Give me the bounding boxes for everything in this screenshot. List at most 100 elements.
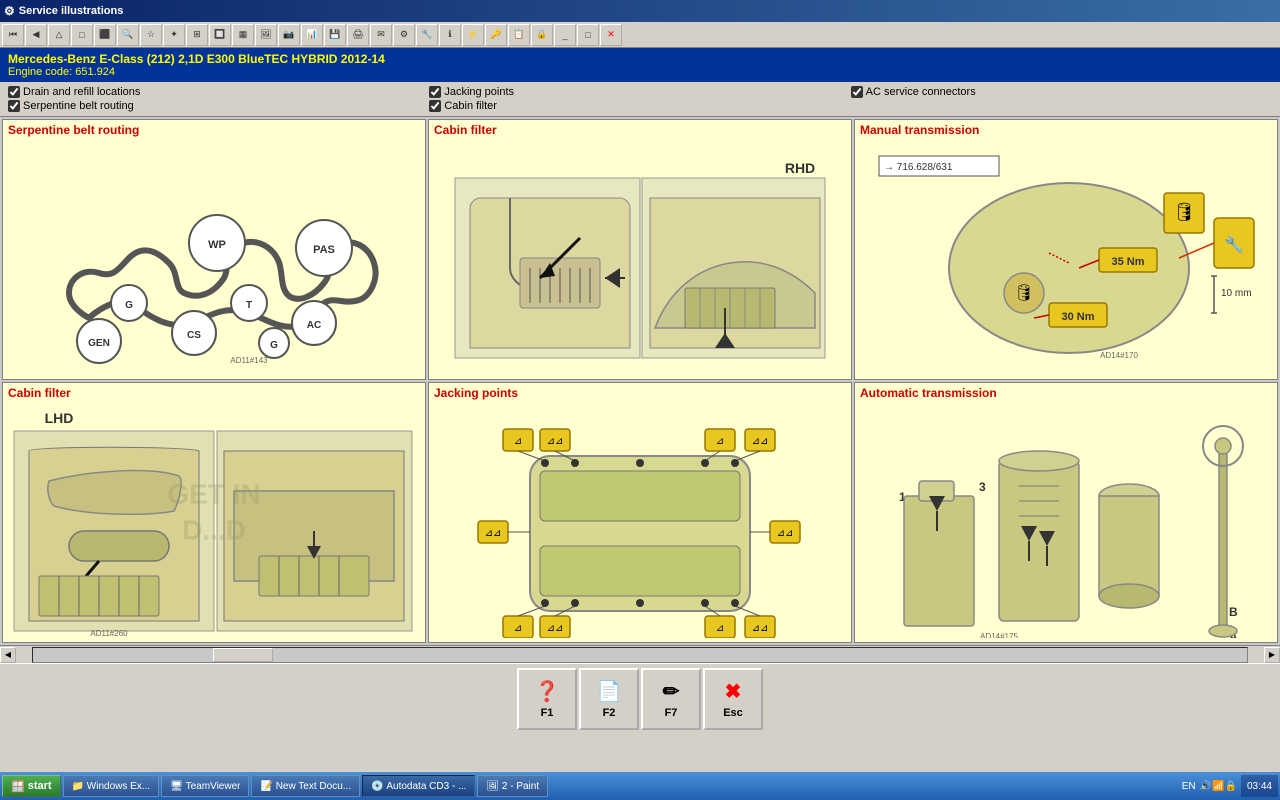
cabin-lhd-svg: LHD	[9, 403, 419, 638]
toolbar-prev-btn[interactable]: ◀	[25, 24, 47, 46]
engine-code: Engine code: 651.924	[8, 66, 1272, 78]
svg-text:⊿: ⊿	[514, 623, 522, 634]
taskbar-item-4[interactable]: 🖼 2 - Paint	[477, 775, 548, 797]
panel-serpentine-title: Serpentine belt routing	[3, 120, 425, 140]
svg-text:⊿⊿: ⊿⊿	[777, 528, 794, 539]
taskbar-icon-4: 🖼	[486, 781, 499, 792]
toolbar-btn8[interactable]: ✦	[163, 24, 185, 46]
panel-manual-trans-title: Manual transmission	[855, 120, 1277, 140]
svg-text:⊿⊿: ⊿⊿	[485, 528, 502, 539]
car-title: Mercedes-Benz E-Class (212) 2,1D E300 Bl…	[8, 52, 1272, 66]
toolbar-maximize-btn[interactable]: □	[577, 24, 599, 46]
scroll-right-btn[interactable]: ▶	[1264, 647, 1280, 663]
toolbar-btn11[interactable]: ▦	[232, 24, 254, 46]
panel-auto-trans[interactable]: Automatic transmission 1 2 3	[854, 382, 1278, 643]
toolbar-btn12[interactable]: 🖼	[255, 24, 277, 46]
checkbox-jacking-label: Jacking points	[444, 86, 514, 98]
panel-serpentine[interactable]: Serpentine belt routing WP PAS G	[2, 119, 426, 380]
svg-text:AD14#170: AD14#170	[1100, 351, 1138, 360]
header-area: Mercedes-Benz E-Class (212) 2,1D E300 Bl…	[0, 48, 1280, 82]
esc-icon: ✖	[725, 679, 742, 704]
toolbar-btn21[interactable]: ⚡	[462, 24, 484, 46]
checkbox-ac[interactable]: AC service connectors	[851, 86, 1272, 98]
toolbar-close-btn[interactable]: ✕	[600, 24, 622, 46]
checkbox-jacking-input[interactable]	[429, 86, 441, 98]
toolbar-btn24[interactable]: 🔒	[531, 24, 553, 46]
checkbox-cabin-input[interactable]	[429, 100, 441, 112]
f7-label: F7	[665, 707, 678, 719]
toolbar-btn9[interactable]: ⊞	[186, 24, 208, 46]
f1-icon: ❓	[535, 679, 560, 704]
toolbar-triangle-btn[interactable]: △	[48, 24, 70, 46]
svg-text:WP: WP	[208, 239, 226, 251]
taskbar-item-1[interactable]: 🖥 TeamViewer	[161, 775, 249, 797]
taskbar-lang: EN	[1182, 781, 1196, 792]
svg-text:AD14#175: AD14#175	[980, 632, 1018, 639]
svg-text:3: 3	[979, 480, 986, 494]
toolbar-btn6[interactable]: 🔍	[117, 24, 139, 46]
title-bar: ⚙ Service illustrations	[0, 0, 1280, 22]
checkbox-ac-input[interactable]	[851, 86, 863, 98]
jacking-svg: ⊿ ⊿⊿ ⊿ ⊿⊿ ⊿⊿ ⊿⊿	[450, 403, 830, 638]
esc-button[interactable]: ✖ Esc	[703, 668, 763, 730]
checkbox-cabin-label: Cabin filter	[444, 100, 497, 112]
function-buttons-area: ❓ F1 📄 F2 ✏ F7 ✖ Esc	[0, 663, 1280, 733]
toolbar-btn18[interactable]: ⚙	[393, 24, 415, 46]
taskbar-icon-3: 💿	[371, 781, 383, 792]
f1-button[interactable]: ❓ F1	[517, 668, 577, 730]
app-icon: ⚙	[4, 4, 15, 18]
scrollbar-track[interactable]	[32, 647, 1248, 663]
start-button[interactable]: 🪟 start	[2, 775, 61, 797]
checkboxes-area: Drain and refill locations Serpentine be…	[0, 82, 1280, 117]
taskbar-right: EN 🔊📶🔒 03:44	[1182, 775, 1278, 797]
svg-text:🛢: 🛢	[1013, 284, 1033, 302]
toolbar-first-btn[interactable]: ⏮	[2, 24, 24, 46]
panel-manual-trans[interactable]: Manual transmission → 716.628/631 🛢 35 N…	[854, 119, 1278, 380]
checkbox-jacking[interactable]: Jacking points	[429, 86, 850, 98]
svg-text:PAS: PAS	[313, 244, 335, 256]
toolbar-minimize-btn[interactable]: _	[554, 24, 576, 46]
checkbox-drain-label: Drain and refill locations	[23, 86, 140, 98]
panel-cabin-rhd[interactable]: Cabin filter RHD	[428, 119, 852, 380]
f1-label: F1	[541, 707, 554, 719]
svg-text:B: B	[1229, 605, 1238, 619]
taskbar-item-0[interactable]: 📁 Windows Ex...	[63, 775, 160, 797]
toolbar-btn17[interactable]: ✉	[370, 24, 392, 46]
toolbar-btn23[interactable]: 📋	[508, 24, 530, 46]
cabin-rhd-svg: RHD	[450, 148, 830, 368]
toolbar-btn4[interactable]: □	[71, 24, 93, 46]
panel-cabin-lhd[interactable]: Cabin filter LHD	[2, 382, 426, 643]
checkbox-serpentine-input[interactable]	[8, 100, 20, 112]
toolbar-btn10[interactable]: 🔲	[209, 24, 231, 46]
checkbox-drain[interactable]: Drain and refill locations	[8, 86, 429, 98]
toolbar-btn19[interactable]: 🔧	[416, 24, 438, 46]
auto-trans-svg: 1 2 3	[869, 403, 1264, 638]
taskbar-label-3: Autodata CD3 - ...	[386, 781, 466, 792]
taskbar-item-2[interactable]: 📝 New Text Docu...	[251, 775, 360, 797]
toolbar-btn22[interactable]: 🔑	[485, 24, 507, 46]
scrollbar-thumb[interactable]	[213, 648, 273, 662]
scrollbar[interactable]: ◀ ▶	[0, 645, 1280, 663]
taskbar-label-1: TeamViewer	[186, 781, 241, 792]
f2-button[interactable]: 📄 F2	[579, 668, 639, 730]
panel-jacking[interactable]: Jacking points ⊿ ⊿⊿	[428, 382, 852, 643]
toolbar-btn7[interactable]: ☆	[140, 24, 162, 46]
checkbox-col1: Drain and refill locations Serpentine be…	[8, 86, 429, 112]
toolbar-btn14[interactable]: 📊	[301, 24, 323, 46]
svg-text:⊿⊿: ⊿⊿	[547, 436, 564, 447]
taskbar-item-3[interactable]: 💿 Autodata CD3 - ...	[362, 775, 475, 797]
f7-button[interactable]: ✏ F7	[641, 668, 701, 730]
toolbar-btn5[interactable]: ⬛	[94, 24, 116, 46]
toolbar-btn15[interactable]: 💾	[324, 24, 346, 46]
svg-text:35 Nm: 35 Nm	[1111, 256, 1144, 268]
checkbox-drain-input[interactable]	[8, 86, 20, 98]
checkbox-serpentine[interactable]: Serpentine belt routing	[8, 100, 429, 112]
toolbar-btn20[interactable]: ℹ	[439, 24, 461, 46]
panel-cabin-lhd-content: LHD	[3, 403, 425, 638]
scroll-left-btn[interactable]: ◀	[0, 647, 16, 663]
checkbox-cabin[interactable]: Cabin filter	[429, 100, 850, 112]
taskbar-label-0: Windows Ex...	[87, 781, 150, 792]
windows-icon: 🪟	[11, 780, 25, 793]
toolbar-btn16[interactable]: 🖨	[347, 24, 369, 46]
toolbar-btn13[interactable]: 📷	[278, 24, 300, 46]
